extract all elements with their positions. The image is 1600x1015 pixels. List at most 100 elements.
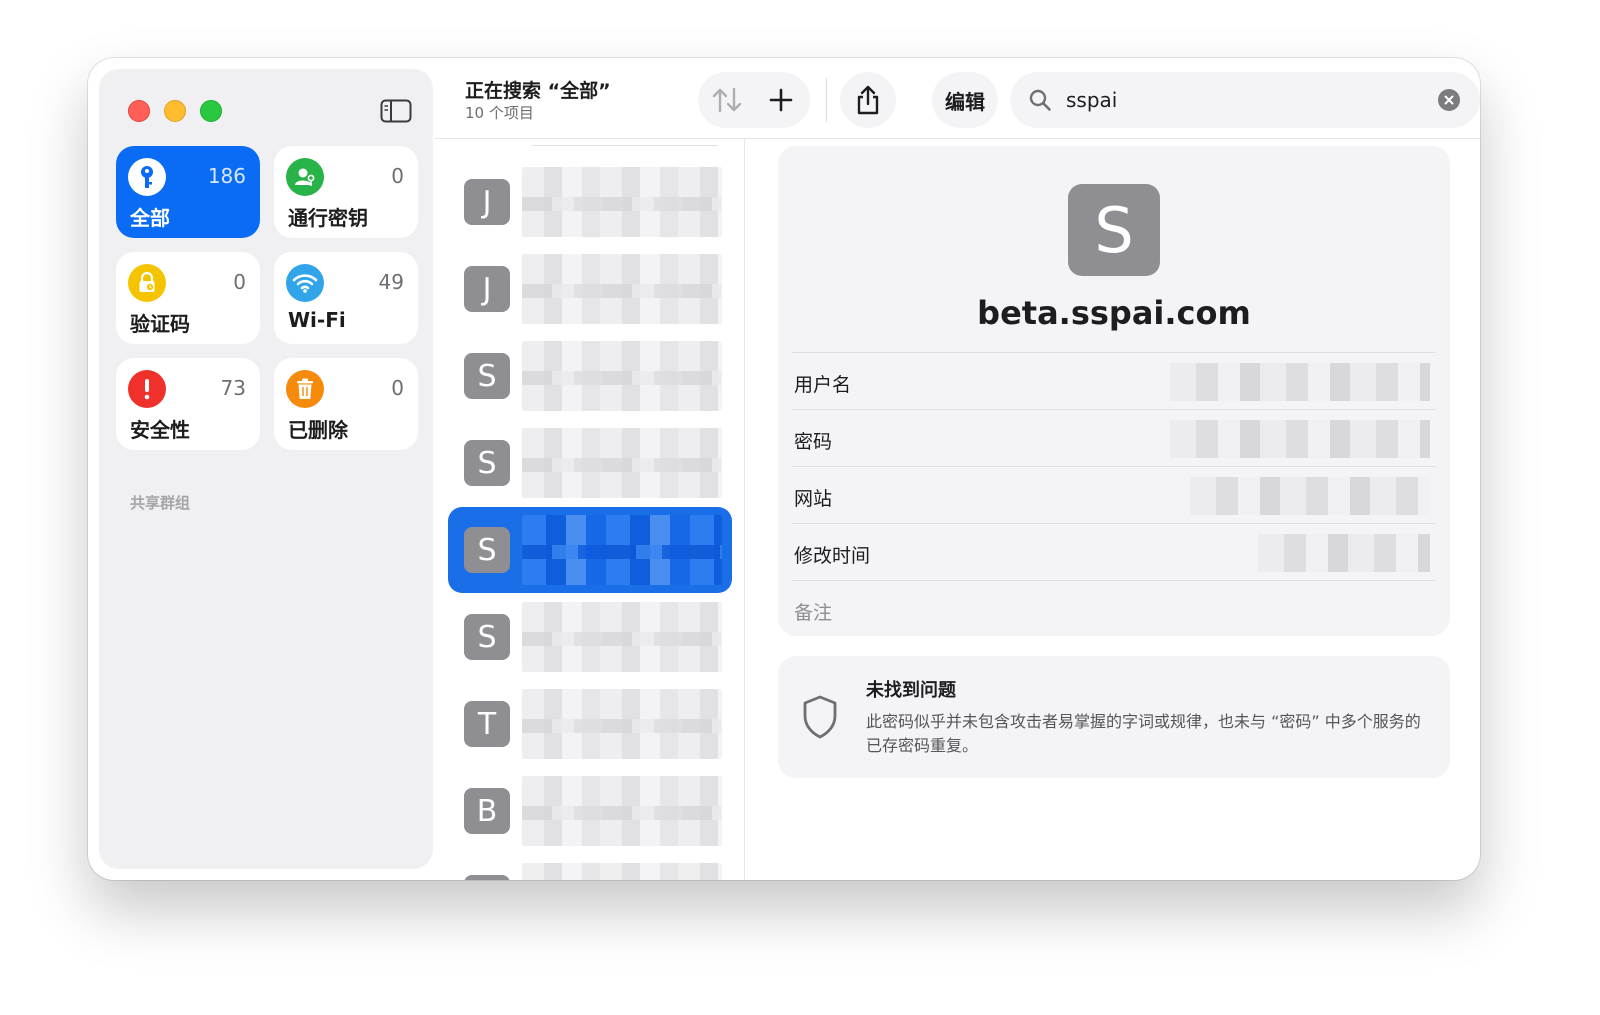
shield-icon bbox=[803, 695, 837, 739]
password-list: J J S S S S T B bbox=[434, 139, 744, 880]
category-tiles: 186 全部 0 通行密钥 0 验证码 49 Wi-Fi 73 安全性 0 已删… bbox=[116, 146, 418, 450]
category-count: 0 bbox=[391, 164, 404, 188]
list-item[interactable]: W bbox=[448, 855, 732, 880]
category-tile-deleted[interactable]: 0 已删除 bbox=[274, 358, 418, 450]
category-label: 通行密钥 bbox=[288, 206, 368, 230]
redacted-entry bbox=[522, 167, 722, 237]
edit-button-label: 编辑 bbox=[945, 89, 985, 114]
security-recommendation-card: 未找到问题 此密码似乎并未包含攻击者易掌握的字词或规律，也未与 “密码” 中多个… bbox=[778, 656, 1450, 778]
category-count: 49 bbox=[378, 270, 404, 294]
username-row[interactable]: 用户名 bbox=[792, 352, 1436, 409]
sort-button[interactable] bbox=[700, 72, 754, 128]
trash-icon bbox=[286, 370, 324, 408]
redacted-username[interactable] bbox=[1170, 363, 1430, 401]
website-row[interactable]: 网站 bbox=[792, 466, 1436, 523]
list-top-divider bbox=[532, 145, 718, 146]
list-item-selected[interactable]: S bbox=[448, 507, 732, 593]
category-tile-codes[interactable]: 0 验证码 bbox=[116, 252, 260, 344]
site-avatar: S bbox=[464, 440, 510, 486]
list-item[interactable]: J bbox=[448, 159, 732, 245]
share-icon bbox=[857, 85, 879, 115]
close-button[interactable] bbox=[128, 100, 150, 122]
list-item[interactable]: B bbox=[448, 768, 732, 854]
page-title: 正在搜索 “全部” bbox=[465, 80, 611, 102]
category-tile-wifi[interactable]: 49 Wi-Fi bbox=[274, 252, 418, 344]
zoom-button[interactable] bbox=[200, 100, 222, 122]
minimize-button[interactable] bbox=[164, 100, 186, 122]
list-item[interactable]: S bbox=[448, 333, 732, 419]
sort-arrows-icon bbox=[712, 87, 742, 113]
passwords-window: 186 全部 0 通行密钥 0 验证码 49 Wi-Fi 73 安全性 0 已删… bbox=[88, 58, 1480, 880]
notes-placeholder: 备注 bbox=[794, 602, 833, 624]
site-avatar: J bbox=[464, 179, 510, 225]
edit-button[interactable]: 编辑 bbox=[932, 72, 998, 128]
add-button[interactable] bbox=[754, 72, 808, 128]
person-key-icon bbox=[286, 158, 324, 196]
category-tile-passkeys[interactable]: 0 通行密钥 bbox=[274, 146, 418, 238]
security-title: 未找到问题 bbox=[866, 680, 956, 701]
site-avatar: W bbox=[464, 875, 510, 880]
field-label: 密码 bbox=[794, 431, 833, 453]
category-label: 安全性 bbox=[130, 418, 190, 442]
site-avatar: J bbox=[464, 266, 510, 312]
lock-clock-icon bbox=[128, 264, 166, 302]
category-label: 验证码 bbox=[130, 312, 190, 336]
site-avatar: T bbox=[464, 701, 510, 747]
password-detail-card: S beta.sspai.com 用户名 密码 网站 修改时间 备注 bbox=[778, 146, 1450, 636]
redacted-entry bbox=[522, 602, 722, 672]
list-item[interactable]: T bbox=[448, 681, 732, 767]
site-avatar: S bbox=[464, 353, 510, 399]
sidebar-icon bbox=[380, 99, 412, 123]
category-count: 0 bbox=[391, 376, 404, 400]
category-label: Wi-Fi bbox=[288, 308, 346, 332]
category-label: 已删除 bbox=[288, 418, 348, 442]
site-title: beta.sspai.com bbox=[977, 294, 1251, 332]
redacted-modified-time bbox=[1258, 534, 1430, 572]
close-icon bbox=[1444, 95, 1454, 105]
category-count: 73 bbox=[220, 376, 246, 400]
site-avatar-large: S bbox=[1068, 184, 1160, 276]
redacted-entry bbox=[522, 254, 722, 324]
notes-row[interactable]: 备注 bbox=[792, 580, 1436, 637]
category-count: 0 bbox=[233, 270, 246, 294]
field-label: 网站 bbox=[794, 488, 833, 510]
field-label: 修改时间 bbox=[794, 545, 871, 567]
search-field[interactable] bbox=[1010, 72, 1480, 128]
list-item[interactable]: J bbox=[448, 246, 732, 332]
toolbar-divider bbox=[826, 78, 827, 122]
category-label: 全部 bbox=[130, 206, 170, 230]
redacted-entry bbox=[522, 689, 722, 759]
plus-icon bbox=[769, 88, 793, 112]
list-item[interactable]: S bbox=[448, 420, 732, 506]
modified-row: 修改时间 bbox=[792, 523, 1436, 580]
search-input[interactable] bbox=[1066, 88, 1426, 112]
search-icon bbox=[1029, 89, 1051, 111]
item-count: 10 个项目 bbox=[465, 104, 534, 122]
share-button[interactable] bbox=[840, 72, 896, 128]
site-avatar: S bbox=[464, 527, 510, 573]
key-icon bbox=[128, 158, 166, 196]
category-count: 186 bbox=[207, 164, 246, 188]
redacted-website[interactable] bbox=[1190, 477, 1430, 515]
redacted-entry bbox=[522, 515, 722, 585]
security-description: 此密码似乎并未包含攻击者易掌握的字词或规律，也未与 “密码” 中多个服务的已存密… bbox=[866, 712, 1421, 755]
redacted-entry bbox=[522, 428, 722, 498]
list-item[interactable]: S bbox=[448, 594, 732, 680]
password-row[interactable]: 密码 bbox=[792, 409, 1436, 466]
redacted-entry bbox=[522, 341, 722, 411]
site-avatar: B bbox=[464, 788, 510, 834]
exclamation-icon bbox=[128, 370, 166, 408]
field-label: 用户名 bbox=[794, 374, 852, 396]
redacted-password[interactable] bbox=[1170, 420, 1430, 458]
sidebar: 186 全部 0 通行密钥 0 验证码 49 Wi-Fi 73 安全性 0 已删… bbox=[100, 70, 432, 868]
redacted-entry bbox=[522, 776, 722, 846]
list-divider bbox=[744, 139, 745, 880]
redacted-entry bbox=[522, 863, 722, 880]
category-tile-security[interactable]: 73 安全性 bbox=[116, 358, 260, 450]
sidebar-toggle-button[interactable] bbox=[380, 98, 412, 124]
shared-groups-heading: 共享群组 bbox=[130, 494, 191, 512]
clear-search-button[interactable] bbox=[1438, 89, 1460, 111]
sort-add-group bbox=[698, 72, 810, 128]
category-tile-all[interactable]: 186 全部 bbox=[116, 146, 260, 238]
site-avatar: S bbox=[464, 614, 510, 660]
